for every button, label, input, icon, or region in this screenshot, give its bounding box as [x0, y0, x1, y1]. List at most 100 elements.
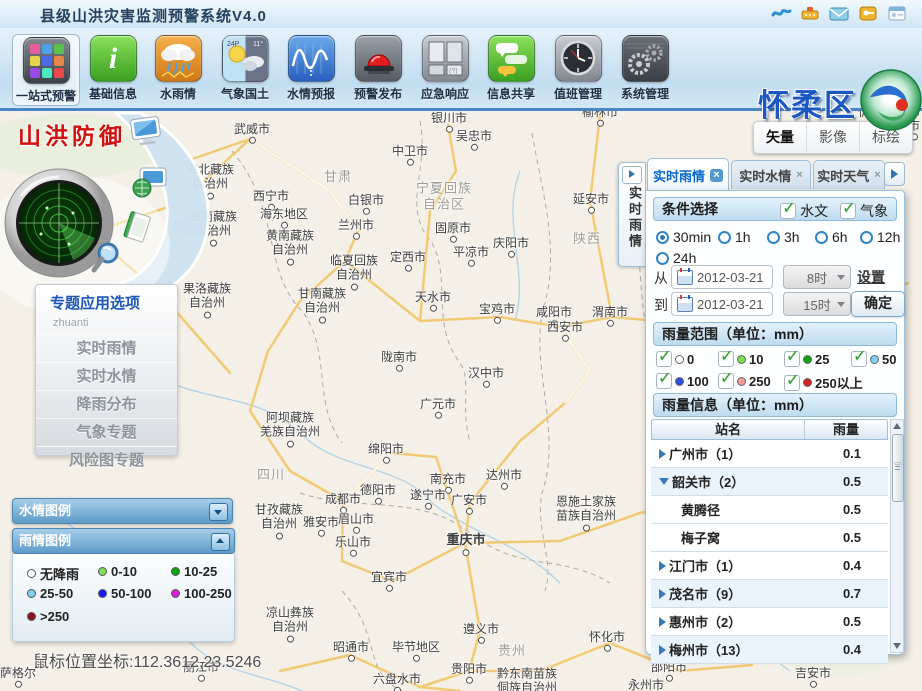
toolbox-icon[interactable] — [799, 3, 821, 23]
checkbox-checked-icon[interactable]: ✓ — [656, 351, 672, 367]
legend-dot — [27, 569, 36, 578]
interval-6h-radio[interactable]: 6h — [815, 229, 848, 245]
expand-row-icon[interactable] — [659, 589, 666, 599]
next-tab-button[interactable] — [884, 162, 905, 186]
toolbar-button-basic-info[interactable]: i 基础信息 — [80, 33, 146, 105]
rain-cloud-icon — [155, 35, 202, 82]
menu-item-risk-map-topic[interactable]: 风险图专题 — [36, 446, 177, 474]
close-tab-icon[interactable]: × — [796, 169, 802, 181]
table-row[interactable]: 梅州市（13）0.4 — [651, 636, 888, 664]
checkbox-checked-icon[interactable]: ✓ — [718, 351, 734, 367]
interval-30min-radio[interactable]: 30min — [656, 229, 711, 245]
filter-weather[interactable]: ✓ 气象 — [840, 200, 888, 222]
range-option-over-250[interactable]: ✓250以上 — [784, 373, 863, 392]
menu-item-realtime-water[interactable]: 实时水情 — [36, 362, 177, 390]
card-icon[interactable] — [886, 3, 908, 23]
rain-legend-header[interactable]: 雨情图例 — [12, 528, 235, 554]
table-scrollbar[interactable] — [890, 419, 904, 653]
tab-realtime-weather[interactable]: 实时天气× — [813, 160, 885, 189]
range-option-250[interactable]: ✓250 — [718, 373, 771, 389]
legend-dot — [98, 567, 107, 576]
checkbox-checked-icon[interactable]: ✓ — [851, 351, 867, 367]
settings-link[interactable]: 设置 — [857, 267, 885, 287]
table-row[interactable]: 惠州市（2）0.5 — [651, 608, 888, 636]
toolbar-button-system-management[interactable]: 系统管理 — [612, 33, 678, 105]
filter-hydrology[interactable]: ✓ 水文 — [780, 200, 828, 222]
rain-info-section-header: 雨量信息（单位：mm） — [653, 393, 897, 417]
tab-realtime-water[interactable]: 实时水情× — [731, 160, 811, 189]
confirm-button[interactable]: 确定 — [851, 291, 905, 317]
range-option-10[interactable]: ✓10 — [718, 351, 763, 367]
range-option-25[interactable]: ✓25 — [784, 351, 829, 367]
toolbar-button-label: 预警发布 — [345, 85, 411, 102]
range-option-100[interactable]: ✓100 — [656, 373, 709, 389]
expand-row-icon[interactable] — [659, 645, 666, 655]
toolbar-button-weather-land[interactable]: 24P11° 气象国土 — [212, 33, 278, 105]
table-row[interactable]: 黄腾径0.5 — [651, 496, 888, 524]
table-row[interactable]: 广州市（1）0.1 — [651, 440, 888, 468]
checkbox-checked-icon[interactable]: ✓ — [784, 375, 800, 391]
close-tab-icon[interactable]: × — [874, 169, 880, 181]
expand-water-legend-button[interactable] — [209, 503, 228, 521]
water-legend-header[interactable]: 水情图例 — [12, 498, 233, 524]
toolbar-button-rain-water[interactable]: 水雨情 — [145, 33, 211, 105]
range-option-50[interactable]: ✓50 — [851, 351, 896, 367]
interval-12h-radio[interactable]: 12h — [860, 229, 900, 245]
table-row[interactable]: 韶关市（2）0.5 — [651, 468, 888, 496]
window-grid-icon: (?) — [422, 35, 469, 82]
checkbox-checked-icon[interactable]: ✓ — [656, 373, 672, 389]
keybox-icon[interactable] — [857, 3, 879, 23]
scroll-down-button[interactable] — [892, 641, 902, 651]
checkbox-checked-icon[interactable]: ✓ — [718, 373, 734, 389]
to-date-field[interactable]: 2012-03-21 — [671, 292, 773, 316]
triangle-up-icon — [893, 423, 901, 429]
expand-row-icon[interactable] — [659, 561, 666, 571]
checkbox-checked-icon[interactable]: ✓ — [780, 203, 796, 219]
calendar-icon[interactable] — [677, 297, 693, 312]
expand-row-icon[interactable] — [659, 449, 666, 459]
from-hour-select[interactable]: 8时 — [783, 265, 851, 289]
toolbar-button-duty-management[interactable]: 值班管理 — [545, 33, 611, 105]
tab-realtime-rain[interactable]: 实时雨情× — [647, 158, 729, 191]
range-option-0[interactable]: ✓0 — [656, 351, 694, 367]
calendar-icon[interactable] — [677, 270, 693, 285]
interval-24h-radio[interactable]: 24h — [656, 250, 696, 266]
interval-1h-radio[interactable]: 1h — [718, 229, 751, 245]
water-wave-icon[interactable] — [770, 3, 792, 23]
table-row[interactable]: 茂名市（9）0.7 — [651, 580, 888, 608]
mail-icon[interactable] — [828, 3, 850, 23]
table-row[interactable]: 梅子窝0.5 — [651, 524, 888, 552]
toolbar-button-emergency-response[interactable]: (?) 应急响应 — [412, 33, 478, 105]
menu-item-rain-distribution[interactable]: 降雨分布 — [36, 390, 177, 418]
menu-item-realtime-rain[interactable]: 实时雨情 — [36, 334, 177, 362]
column-station-name: 站名 — [652, 420, 805, 439]
collapsed-panel-tab[interactable]: 实时雨情 — [618, 162, 646, 267]
toolbar-button-label: 应急响应 — [412, 85, 478, 102]
collapse-row-icon[interactable] — [659, 478, 669, 485]
checkbox-checked-icon[interactable]: ✓ — [840, 203, 856, 219]
hydrograph-icon — [288, 35, 335, 82]
to-hour-select[interactable]: 15时 — [783, 292, 851, 316]
toolbar-button-alert-publish[interactable]: 预警发布 — [345, 33, 411, 105]
menu-item-weather-topic[interactable]: 气象专题 — [36, 418, 177, 446]
expand-row-icon[interactable] — [659, 617, 666, 627]
view-button-imagery[interactable]: 影像 — [806, 122, 859, 153]
legend-dot — [27, 612, 36, 621]
expand-panel-button[interactable] — [622, 166, 642, 184]
toolbar-button-onestop-alert[interactable]: 一站式预警 — [12, 34, 80, 106]
checkbox-checked-icon[interactable]: ✓ — [784, 351, 800, 367]
table-row[interactable]: 江门市（1）0.4 — [651, 552, 888, 580]
view-button-vector[interactable]: 矢量 — [754, 122, 806, 153]
legend-dot — [27, 589, 36, 598]
close-tab-icon[interactable]: × — [710, 169, 723, 182]
chat-bubbles-icon — [488, 35, 535, 82]
collapse-rain-legend-button[interactable] — [211, 533, 230, 551]
from-date-field[interactable]: 2012-03-21 — [671, 265, 773, 289]
scrollbar-thumb[interactable] — [892, 434, 904, 502]
toolbar-button-info-share[interactable]: 信息共享 — [478, 33, 544, 105]
toolbar-button-water-forecast[interactable]: 水情预报 — [278, 33, 344, 105]
interval-3h-radio[interactable]: 3h — [767, 229, 800, 245]
toolbar-button-label: 值班管理 — [545, 85, 611, 102]
panel-tab-strip: 实时雨情× 实时水情× 实时天气× — [645, 158, 905, 190]
scroll-up-button[interactable] — [892, 421, 902, 431]
